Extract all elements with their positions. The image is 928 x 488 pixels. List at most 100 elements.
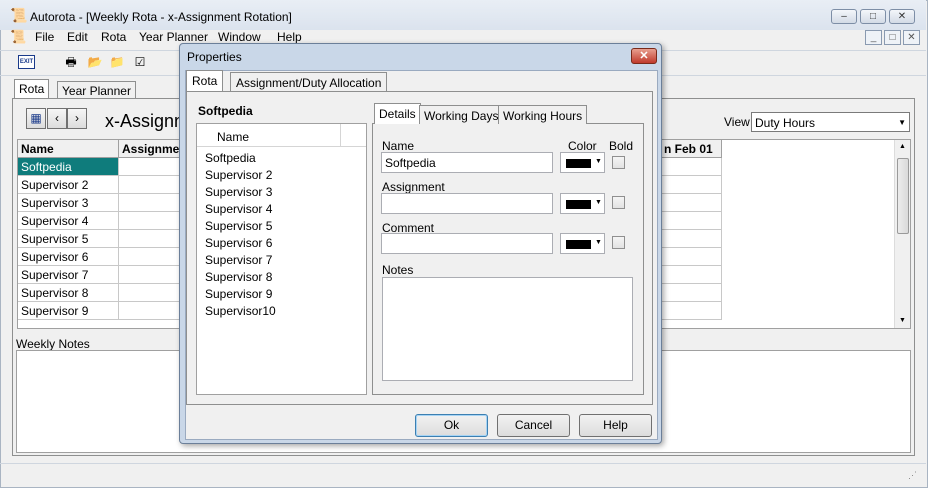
color-swatch bbox=[566, 240, 591, 249]
detail-tab-working-hours[interactable]: Working Hours bbox=[498, 105, 588, 124]
name-field[interactable]: Softpedia bbox=[381, 152, 553, 173]
assignment-bold-checkbox[interactable] bbox=[612, 196, 625, 209]
view-label: View bbox=[724, 115, 750, 129]
table-cell[interactable] bbox=[661, 176, 722, 194]
table-cell-name[interactable]: Supervisor 4 bbox=[18, 212, 119, 230]
list-item[interactable]: Supervisor10 bbox=[205, 304, 276, 318]
detail-tab-working-days[interactable]: Working Days bbox=[419, 105, 504, 124]
mdi-restore-button[interactable]: □ bbox=[884, 30, 901, 45]
table-cell[interactable] bbox=[119, 284, 182, 302]
ok-button[interactable]: Ok bbox=[415, 414, 488, 437]
table-cell[interactable] bbox=[119, 158, 182, 176]
previous-week-button[interactable]: ‹ bbox=[47, 108, 67, 129]
table-cell[interactable] bbox=[661, 266, 722, 284]
cancel-button[interactable]: Cancel bbox=[497, 414, 570, 437]
table-cell[interactable] bbox=[661, 212, 722, 230]
table-cell[interactable] bbox=[661, 248, 722, 266]
table-cell-name[interactable]: Supervisor 6 bbox=[18, 248, 119, 266]
comment-bold-checkbox[interactable] bbox=[612, 236, 625, 249]
help-button[interactable]: Help bbox=[579, 414, 652, 437]
list-item[interactable]: Supervisor 7 bbox=[205, 253, 272, 267]
table-cell[interactable] bbox=[119, 176, 182, 194]
name-bold-checkbox[interactable] bbox=[612, 156, 625, 169]
list-item[interactable]: Supervisor 5 bbox=[205, 219, 272, 233]
menu-window[interactable]: Window bbox=[218, 30, 261, 44]
mdi-close-button[interactable]: ✕ bbox=[903, 30, 920, 45]
folder-icon[interactable]: 📁 bbox=[109, 55, 125, 69]
bold-label: Bold bbox=[609, 139, 634, 153]
assignment-field[interactable] bbox=[381, 193, 553, 214]
list-item[interactable]: Supervisor 4 bbox=[205, 202, 272, 216]
column-header-date[interactable]: n Feb 01 bbox=[661, 140, 722, 158]
mdi-minimize-button[interactable]: _ bbox=[865, 30, 882, 45]
table-cell-name[interactable]: Supervisor 7 bbox=[18, 266, 119, 284]
close-button[interactable]: ✕ bbox=[889, 9, 915, 24]
table-cell[interactable] bbox=[119, 212, 182, 230]
print-icon[interactable]: 🖶 bbox=[63, 55, 79, 69]
menu-year-planner[interactable]: Year Planner bbox=[139, 30, 208, 44]
table-cell[interactable] bbox=[119, 266, 182, 284]
chevron-right-icon: › bbox=[75, 111, 79, 125]
notes-label: Notes bbox=[382, 263, 414, 277]
tab-year-planner[interactable]: Year Planner bbox=[57, 81, 136, 99]
table-cell[interactable] bbox=[661, 230, 722, 248]
dropdown-arrow-icon: ▼ bbox=[595, 158, 602, 165]
table-cell-name[interactable]: Supervisor 9 bbox=[18, 302, 119, 320]
scrollbar-thumb[interactable] bbox=[897, 158, 909, 234]
comment-color-picker[interactable]: ▼ bbox=[560, 233, 605, 254]
scroll-up-icon[interactable]: ▲ bbox=[899, 143, 906, 150]
table-cell[interactable] bbox=[119, 194, 182, 212]
view-select[interactable]: Duty Hours ▼ bbox=[751, 112, 910, 132]
menu-edit[interactable]: Edit bbox=[67, 30, 88, 44]
table-cell-name[interactable]: Supervisor 3 bbox=[18, 194, 119, 212]
dropdown-arrow-icon: ▼ bbox=[595, 199, 602, 206]
color-swatch bbox=[566, 159, 591, 168]
menu-help[interactable]: Help bbox=[277, 30, 302, 44]
column-header-assignment[interactable]: Assignmer bbox=[119, 140, 184, 158]
table-cell-name[interactable]: Softpedia bbox=[18, 158, 119, 176]
list-item[interactable]: Supervisor 9 bbox=[205, 287, 272, 301]
detail-tab-details[interactable]: Details bbox=[374, 103, 421, 124]
table-cell[interactable] bbox=[661, 158, 722, 176]
table-cell[interactable] bbox=[661, 194, 722, 212]
next-week-button[interactable]: › bbox=[67, 108, 87, 129]
weekly-notes-label: Weekly Notes bbox=[16, 337, 90, 351]
table-cell[interactable] bbox=[661, 284, 722, 302]
list-item[interactable]: Supervisor 2 bbox=[205, 168, 272, 182]
menu-rota[interactable]: Rota bbox=[101, 30, 126, 44]
menu-file[interactable]: File bbox=[35, 30, 54, 44]
calendar-button[interactable]: ▦ bbox=[26, 108, 46, 129]
column-header-name[interactable]: Name bbox=[18, 140, 119, 158]
list-item[interactable]: Supervisor 8 bbox=[205, 270, 272, 284]
table-cell[interactable] bbox=[119, 230, 182, 248]
checklist-icon[interactable]: ☑ bbox=[132, 55, 148, 69]
tab-rota[interactable]: Rota bbox=[14, 79, 50, 99]
table-cell-name[interactable]: Supervisor 5 bbox=[18, 230, 119, 248]
list-item[interactable]: Softpedia bbox=[205, 151, 256, 165]
maximize-button[interactable]: □ bbox=[860, 9, 886, 24]
table-cell[interactable] bbox=[119, 302, 182, 320]
dropdown-arrow-icon: ▼ bbox=[898, 118, 906, 127]
grid-scrollbar[interactable]: ▲ ▼ bbox=[894, 140, 910, 328]
open-folder-icon[interactable]: 📂 bbox=[87, 55, 103, 69]
assignment-color-picker[interactable]: ▼ bbox=[560, 193, 605, 214]
name-color-picker[interactable]: ▼ bbox=[560, 152, 605, 173]
table-cell-name[interactable]: Supervisor 8 bbox=[18, 284, 119, 302]
comment-field[interactable] bbox=[381, 233, 553, 254]
exit-icon[interactable]: EXIT bbox=[18, 55, 35, 69]
notes-textarea[interactable] bbox=[382, 277, 633, 381]
resize-grip-icon[interactable]: ⋰ bbox=[908, 470, 917, 481]
scroll-down-icon[interactable]: ▼ bbox=[899, 317, 906, 324]
dialog-close-button[interactable]: ✕ bbox=[631, 48, 657, 64]
column-header-name[interactable]: Name bbox=[197, 124, 341, 147]
minimize-button[interactable]: – bbox=[831, 9, 857, 24]
table-cell[interactable] bbox=[119, 248, 182, 266]
table-cell-name[interactable]: Supervisor 2 bbox=[18, 176, 119, 194]
table-cell[interactable] bbox=[661, 302, 722, 320]
dialog-tab-assignment-duty[interactable]: Assignment/Duty Allocation bbox=[230, 72, 388, 91]
calendar-icon: ▦ bbox=[30, 111, 42, 125]
list-item[interactable]: Supervisor 3 bbox=[205, 185, 272, 199]
dialog-tab-rota[interactable]: Rota bbox=[186, 70, 224, 91]
list-item[interactable]: Supervisor 6 bbox=[205, 236, 272, 250]
dropdown-arrow-icon: ▼ bbox=[595, 239, 602, 246]
